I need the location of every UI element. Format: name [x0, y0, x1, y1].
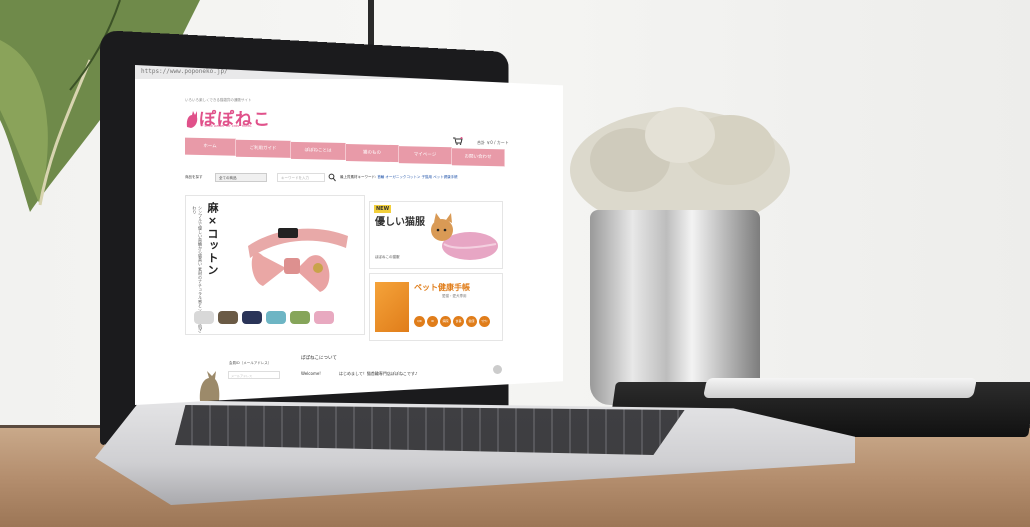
- health-book-image: [375, 282, 409, 332]
- color-swatches: [192, 311, 362, 326]
- bow-collar-image: [248, 228, 348, 292]
- scroll-top-button[interactable]: [493, 365, 502, 374]
- feature-dot: 食事: [453, 316, 464, 327]
- main-banner[interactable]: シンプルで優しい首輪から猫具い 素材のナチュラル感と ソフトな肌ざわり 麻×コッ…: [185, 195, 365, 335]
- smartphone: [702, 378, 978, 398]
- pet-health-book-banner[interactable]: ペット健康手帳 愛猫・愛犬専用 QR ID 病院 食事 健康 ﾜｸﾁﾝ: [369, 273, 503, 341]
- swatch-blue[interactable]: [266, 311, 286, 324]
- swatch-navy[interactable]: [242, 311, 262, 324]
- health-book-title: ペット健康手帳: [414, 283, 470, 292]
- cat-clothes-subtitle: ぽぽねこの猫服: [375, 255, 400, 259]
- feature-dot: QR: [414, 316, 425, 327]
- search-icon[interactable]: [328, 173, 336, 182]
- feature-dot: 健康: [466, 316, 477, 327]
- nav-home[interactable]: ホーム: [185, 137, 236, 156]
- welcome-label: Welcome!: [301, 371, 321, 376]
- category-select[interactable]: 全ての商品: [215, 173, 267, 182]
- search-label: 商品を探す: [185, 175, 203, 179]
- new-badge: NEW: [374, 205, 392, 213]
- member-id-label: 会員ID（メールアドレス）: [229, 361, 272, 365]
- keyword-input[interactable]: キーワードを入力: [277, 173, 325, 182]
- nav-mypage[interactable]: マイページ: [399, 146, 452, 165]
- swatch-green[interactable]: [290, 311, 310, 324]
- cat-logo-icon: [186, 111, 198, 128]
- feature-dot: 病院: [440, 316, 451, 327]
- swatch-gray[interactable]: [194, 311, 214, 324]
- about-title: ぽぽねこについて: [301, 356, 337, 361]
- cat-clothes-title: 優しい猫服: [375, 217, 425, 228]
- feature-dots: QR ID 病院 食事 健康 ﾜｸﾁﾝ: [414, 316, 502, 327]
- about-row: Welcome! はじめまして！猫首輪専門店ぽぽねこです♪: [301, 371, 501, 381]
- photo-scene: https://www.poponeko.jp/ いろいろ楽しくできる猫雑貨の通…: [0, 0, 1030, 527]
- health-book-subtitle: 愛猫・愛犬専用: [442, 294, 467, 298]
- email-field[interactable]: メールアドレス: [228, 371, 280, 379]
- nav-guide[interactable]: ご利用ガイド: [236, 139, 291, 158]
- nav-about[interactable]: ぽぽねことは: [291, 141, 346, 161]
- search-row: 商品を探す 全ての商品 キーワードを入力 最上質素材キーワード: 首輪 オーガニ…: [185, 173, 515, 185]
- flower-pot: [590, 210, 760, 405]
- banner-title: 麻×コットン: [206, 202, 219, 276]
- swatch-brown[interactable]: [218, 311, 238, 324]
- laptop-screen: https://www.poponeko.jp/ いろいろ楽しくできる猫雑貨の通…: [135, 65, 563, 405]
- site-logo[interactable]: ぽぽねこ "Look better for cats" fruits.: [185, 105, 275, 131]
- site-tagline: いろいろ楽しくできる猫雑貨の通販サイト: [185, 98, 252, 102]
- feature-dot: ﾜｸﾁﾝ: [479, 316, 490, 327]
- welcome-message: はじめまして！猫首輪専門店ぽぽねこです♪: [339, 371, 418, 376]
- cat-in-clothes-image: [431, 213, 498, 260]
- login-box: 会員ID（メールアドレス） メールアドレス: [197, 358, 287, 398]
- nav-products[interactable]: 猫のもの: [346, 144, 399, 163]
- nav-contact[interactable]: お問い合わせ: [452, 148, 505, 167]
- popular-keywords: 最上質素材キーワード: 首輪 オーガニックコットン 子猫用 ペット健康手帳: [340, 175, 458, 180]
- logo-subtitle: "Look better for cats" fruits.: [203, 124, 252, 128]
- popular-keywords-label: 最上質素材キーワード:: [340, 175, 377, 179]
- popular-keywords-links[interactable]: 首輪 オーガニックコットン 子猫用 ペット健康手帳: [377, 175, 457, 179]
- swatch-pink[interactable]: [314, 311, 334, 324]
- feature-dot: ID: [427, 316, 438, 327]
- new-cat-clothes-banner[interactable]: NEW 優しい猫服 ぽぽねこの猫服: [369, 201, 503, 269]
